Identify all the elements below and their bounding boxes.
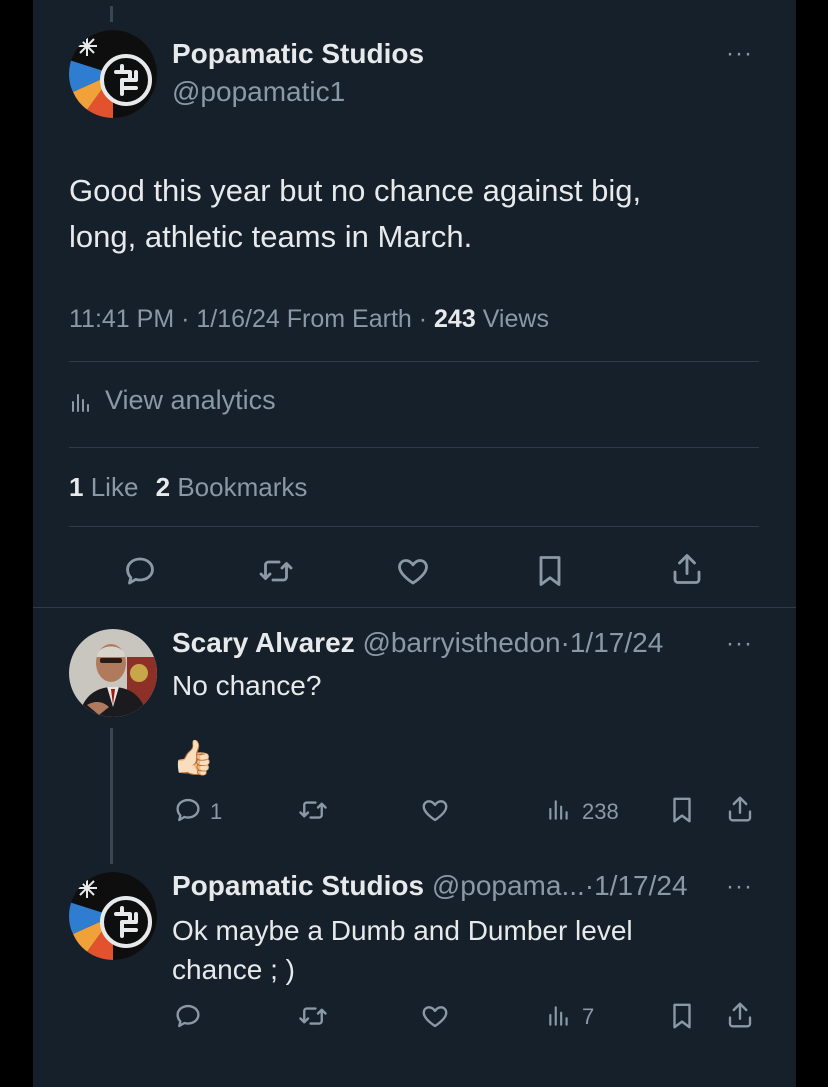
share-icon[interactable] xyxy=(725,1000,755,1030)
heart-icon[interactable] xyxy=(395,553,431,589)
thread-line xyxy=(110,728,113,864)
bookmark-icon[interactable] xyxy=(667,1001,697,1031)
likes-stat[interactable]: 1 Like xyxy=(69,472,138,502)
separator: · xyxy=(418,305,428,333)
retweet-icon[interactable] xyxy=(298,795,328,825)
view-analytics-label: View analytics xyxy=(105,385,276,415)
tweet-date[interactable]: 1/16/24 xyxy=(196,305,279,333)
views-count: 238 xyxy=(582,799,619,824)
more-icon[interactable]: ··· xyxy=(726,630,753,658)
reply-date[interactable]: 1/17/24 xyxy=(570,627,663,658)
heart-icon[interactable] xyxy=(420,1001,450,1031)
bookmarks-count: 2 xyxy=(155,472,171,502)
heart-icon[interactable] xyxy=(420,795,450,825)
reply-count: 1 xyxy=(210,799,223,824)
retweet-icon[interactable] xyxy=(298,1001,328,1031)
author-name[interactable]: Popamatic Studios xyxy=(172,38,424,70)
comment-icon[interactable] xyxy=(173,795,203,825)
separator: · xyxy=(181,305,190,333)
share-icon[interactable] xyxy=(725,794,755,824)
separator: · xyxy=(560,627,570,658)
divider xyxy=(69,447,759,448)
reply-text-line: Ok maybe a Dumb and Dumber level xyxy=(172,915,633,946)
share-icon[interactable] xyxy=(669,551,705,587)
bookmark-icon[interactable] xyxy=(532,553,568,589)
divider xyxy=(33,607,796,608)
divider xyxy=(69,526,759,527)
views-count: 243 xyxy=(434,305,476,333)
tweet-text: Good this year but no chance against big… xyxy=(69,168,641,260)
tweet-meta: 11:41 PM · 1/16/24 From Earth · 243 View… xyxy=(69,305,549,334)
comment-icon[interactable] xyxy=(122,553,158,589)
tweet-source: From Earth xyxy=(286,305,412,333)
reply-author-handle[interactable]: @popama... xyxy=(432,870,585,901)
tweet-time[interactable]: 11:41 PM xyxy=(69,305,174,333)
divider xyxy=(69,361,759,362)
bookmarks-stat[interactable]: 2 Bookmarks xyxy=(156,472,308,502)
reply-author-name[interactable]: Popamatic Studios xyxy=(172,870,424,901)
analytics-icon[interactable] xyxy=(546,797,572,823)
reply-header: Popamatic Studios @popama...·1/17/24 xyxy=(172,870,688,902)
thread-line-top xyxy=(110,6,113,22)
bookmarks-label: Bookmarks xyxy=(177,472,308,502)
thumbs-up-emoji: 👍🏻 xyxy=(172,739,215,777)
analytics-icon[interactable] xyxy=(546,1003,572,1029)
views-label: Views xyxy=(482,305,549,333)
comment-icon[interactable] xyxy=(173,1001,203,1031)
tweet-panel: Popamatic Studios @popamatic1 ··· Good t… xyxy=(33,0,796,1087)
likes-count: 1 xyxy=(69,472,84,502)
reply-text-line: chance ; ) xyxy=(172,954,295,985)
tweet-text-line: long, athletic teams in March. xyxy=(69,219,473,254)
likes-label: Like xyxy=(90,472,139,502)
avatar-alvarez[interactable] xyxy=(69,629,157,717)
reply-date[interactable]: 1/17/24 xyxy=(594,870,687,901)
bookmark-icon[interactable] xyxy=(667,795,697,825)
avatar-popamatic[interactable] xyxy=(69,872,157,960)
reply-author-handle[interactable]: @barryisthedon xyxy=(362,627,560,658)
retweet-icon[interactable] xyxy=(258,553,294,589)
separator: · xyxy=(584,870,595,901)
more-icon[interactable]: ··· xyxy=(726,873,753,901)
reply-header: Scary Alvarez @barryisthedon·1/17/24 xyxy=(172,627,663,659)
analytics-icon xyxy=(69,391,93,415)
more-icon[interactable]: ··· xyxy=(726,40,753,68)
avatar-popamatic[interactable] xyxy=(69,30,157,118)
tweet-text-line: Good this year but no chance against big… xyxy=(69,173,642,208)
engagement-stats: 1 Like 2 Bookmarks xyxy=(69,472,307,503)
reply-text: No chance? xyxy=(172,670,322,701)
reply-text: Ok maybe a Dumb and Dumber level chance … xyxy=(172,911,633,989)
reply-author-name[interactable]: Scary Alvarez xyxy=(172,627,355,658)
views-count: 7 xyxy=(582,1004,595,1029)
author-handle[interactable]: @popamatic1 xyxy=(172,76,345,108)
